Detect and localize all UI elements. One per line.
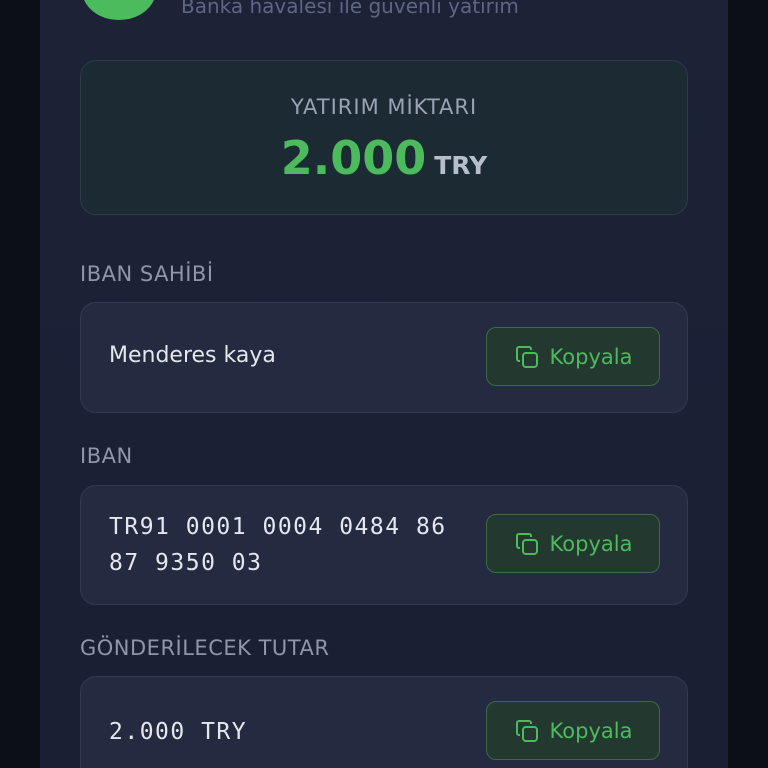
copy-holder-button[interactable]: Kopyala [486, 327, 660, 386]
iban-value-line-1: TR91 0001 0004 0484 86 [109, 514, 447, 540]
send-amount-value: 2.000 TRY [109, 719, 248, 745]
bank-logo-icon [82, 0, 156, 20]
iban-holder-value: Menderes kaya [109, 343, 276, 368]
send-amount-label: GÖNDERİLECEK TUTAR [80, 636, 330, 660]
iban-value-line-2: 87 9350 03 [109, 550, 263, 576]
iban-label: IBAN [80, 444, 133, 468]
screen-edge-left [0, 0, 40, 768]
iban-holder-label: IBAN SAHİBİ [80, 262, 214, 286]
send-amount-card: 2.000 TRY Kopyala [80, 676, 688, 768]
investment-amount-card: YATIRIM MİKTARI 2.000 TRY [80, 60, 688, 215]
header: Banka havalesi ile güvenli yatırım [40, 0, 728, 20]
investment-amount-value-row: 2.000 TRY [81, 131, 687, 185]
copy-holder-label: Kopyala [549, 344, 633, 369]
investment-amount-label: YATIRIM MİKTARI [290, 95, 478, 119]
copy-iban-button[interactable]: Kopyala [486, 514, 660, 573]
investment-amount-currency: TRY [434, 151, 488, 180]
deposit-panel: Banka havalesi ile güvenli yatırım YATIR… [40, 0, 728, 768]
copy-amount-label: Kopyala [549, 718, 633, 743]
header-subtitle: Banka havalesi ile güvenli yatırım [181, 0, 519, 18]
copy-amount-button[interactable]: Kopyala [486, 701, 660, 760]
copy-icon [515, 532, 538, 555]
iban-value: TR91 0001 0004 0484 86 87 9350 03 [109, 509, 447, 581]
copy-iban-label: Kopyala [549, 531, 633, 556]
copy-icon [515, 345, 538, 368]
iban-card: TR91 0001 0004 0484 86 87 9350 03 Kopyal… [80, 485, 688, 605]
iban-holder-card: Menderes kaya Kopyala [80, 302, 688, 413]
investment-amount-value: 2.000 [280, 131, 427, 185]
copy-icon [515, 719, 538, 742]
screen-edge-right [728, 0, 768, 768]
